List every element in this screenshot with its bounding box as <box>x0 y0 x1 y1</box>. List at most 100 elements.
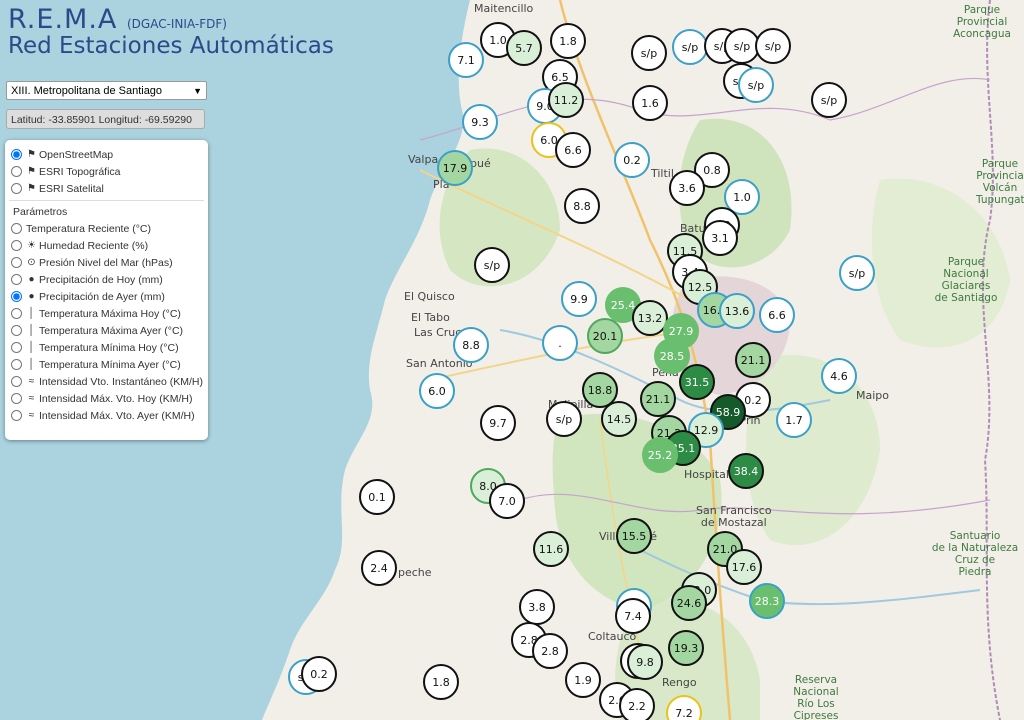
parameter-radio[interactable] <box>11 223 22 234</box>
station-marker[interactable]: 3.1 <box>702 220 738 256</box>
parameter-option[interactable]: │ Temperatura Máxima Hoy (°C) <box>5 305 208 322</box>
station-marker[interactable]: s/p <box>631 35 667 71</box>
base-layer-option[interactable]: ⚑ ESRI Satelital <box>5 180 208 197</box>
parameter-radio[interactable] <box>11 291 22 302</box>
station-marker[interactable]: 3.6 <box>669 170 705 206</box>
base-layer-radio[interactable] <box>11 166 22 177</box>
map-label-maitencillo: Maitencillo <box>474 2 534 15</box>
station-marker[interactable]: 25.2 <box>642 437 678 473</box>
map-label-hospital: Hospital <box>684 468 729 481</box>
parameter-radio[interactable] <box>11 410 22 421</box>
parameter-radio[interactable] <box>11 257 22 268</box>
parameter-option[interactable]: ⊙ Presión Nivel del Mar (hPas) <box>5 254 208 271</box>
station-marker[interactable]: 1.6 <box>632 85 668 121</box>
station-marker[interactable]: 1.8 <box>550 23 586 59</box>
parameter-label: Presión Nivel del Mar (hPas) <box>39 256 173 269</box>
parameter-radio[interactable] <box>11 308 22 319</box>
base-layer-option[interactable]: ⚑ ESRI Topográfica <box>5 163 208 180</box>
parameter-radio[interactable] <box>11 393 22 404</box>
station-marker[interactable]: 0.2 <box>614 142 650 178</box>
parameter-option[interactable]: ≈ Intensidad Vto. Instantáneo (KM/H) <box>5 373 208 390</box>
station-marker[interactable]: 1.9 <box>565 662 601 698</box>
parameter-option[interactable]: ≈ Intensidad Máx. Vto. Hoy (KM/H) <box>5 390 208 407</box>
station-marker[interactable]: 11.2 <box>548 82 584 118</box>
parameter-option[interactable]: ● Precipitación de Ayer (mm) <box>5 288 208 305</box>
station-marker[interactable]: 8.8 <box>564 188 600 224</box>
station-marker[interactable]: 5.7 <box>506 30 542 66</box>
parameter-radio[interactable] <box>11 325 22 336</box>
station-marker[interactable]: 6.6 <box>759 297 795 333</box>
station-marker[interactable]: 17.6 <box>726 549 762 585</box>
parameter-option[interactable]: ● Precipitación de Hoy (mm) <box>5 271 208 288</box>
parameter-option[interactable]: ☀ Humedad Reciente (%) <box>5 237 208 254</box>
station-marker[interactable]: 3.8 <box>519 589 555 625</box>
station-marker[interactable]: 21.1 <box>640 381 676 417</box>
parameter-radio[interactable] <box>11 274 22 285</box>
flag-icon: ⚑ <box>27 149 36 160</box>
station-marker[interactable]: s/p <box>474 247 510 283</box>
station-marker[interactable]: s/p <box>738 67 774 103</box>
station-marker[interactable]: 20.1 <box>587 318 623 354</box>
base-layer-radio[interactable] <box>11 149 22 160</box>
station-marker[interactable]: s/p <box>811 82 847 118</box>
parameter-option[interactable]: Temperatura Reciente (°C) <box>5 220 208 237</box>
station-marker[interactable]: 4.6 <box>821 358 857 394</box>
map-label-glaciares-park: Parque Nacional Glaciares de Santiago <box>934 256 998 304</box>
parameters-list: Temperatura Reciente (°C) ☀ Humedad Recien… <box>5 220 208 424</box>
parameter-radio[interactable] <box>11 342 22 353</box>
parameter-option[interactable]: │ Temperatura Mínima Ayer (°C) <box>5 356 208 373</box>
parameter-label: Precipitación de Ayer (mm) <box>39 290 165 303</box>
station-marker[interactable]: 6.0 <box>419 373 455 409</box>
station-marker[interactable]: 1.8 <box>423 664 459 700</box>
station-marker[interactable]: 0.2 <box>301 656 337 692</box>
station-marker[interactable]: 21.1 <box>735 342 771 378</box>
base-layer-option[interactable]: ⚑ OpenStreetMap <box>5 146 208 163</box>
parameter-label: Temperatura Mínima Hoy (°C) <box>39 341 179 354</box>
station-marker[interactable]: 7.0 <box>489 483 525 519</box>
station-marker[interactable]: 9.9 <box>561 281 597 317</box>
station-marker[interactable]: 14.5 <box>601 401 637 437</box>
region-select[interactable]: XIII. Metropolitana de Santiago ▼ <box>6 81 207 100</box>
map-label-maipo: Maipo <box>856 389 889 402</box>
station-marker[interactable]: s/p <box>839 255 875 291</box>
station-marker[interactable]: 31.5 <box>679 364 715 400</box>
station-marker[interactable]: 0.1 <box>359 479 395 515</box>
station-marker[interactable]: 2.8 <box>532 633 568 669</box>
parameter-option[interactable]: ≈ Intensidad Máx. Vto. Ayer (KM/H) <box>5 407 208 424</box>
map-label-volcan-park: Parque Provincia Volcán Tupungat <box>976 158 1024 206</box>
station-marker[interactable]: 15.5 <box>616 518 652 554</box>
parameter-label: Intensidad Vto. Instantáneo (KM/H) <box>39 375 204 388</box>
parameter-option[interactable]: │ Temperatura Mínima Hoy (°C) <box>5 339 208 356</box>
map-label-santuario: Santuario de la Naturaleza Cruz de Piedr… <box>931 530 1019 578</box>
droplet-sun-icon: ☀ <box>27 240 36 251</box>
station-marker[interactable]: 9.7 <box>480 405 516 441</box>
parameter-option[interactable]: │ Temperatura Máxima Ayer (°C) <box>5 322 208 339</box>
station-marker[interactable]: 11.6 <box>533 531 569 567</box>
station-marker[interactable]: . <box>542 325 578 361</box>
wind-icon: ≈ <box>28 376 35 387</box>
base-layer-radio[interactable] <box>11 183 22 194</box>
station-marker[interactable]: 24.6 <box>671 585 707 621</box>
station-marker[interactable]: 8.8 <box>453 327 489 363</box>
station-marker[interactable]: 9.3 <box>462 104 498 140</box>
station-marker[interactable]: s/p <box>755 28 791 64</box>
parameter-radio[interactable] <box>11 240 22 251</box>
parameter-radio[interactable] <box>11 376 22 387</box>
station-marker[interactable]: 1.7 <box>776 402 812 438</box>
station-marker[interactable]: 19.3 <box>668 630 704 666</box>
station-marker[interactable]: 2.2 <box>619 688 655 720</box>
station-marker[interactable]: 7.1 <box>448 42 484 78</box>
station-marker[interactable]: 9.8 <box>627 644 663 680</box>
station-marker[interactable]: 6.6 <box>555 132 591 168</box>
station-marker[interactable]: 13.6 <box>719 293 755 329</box>
station-marker[interactable]: 2.4 <box>361 550 397 586</box>
parameter-label: Intensidad Máx. Vto. Ayer (KM/H) <box>39 409 195 422</box>
thermometer-icon: │ <box>28 325 35 336</box>
station-marker[interactable]: s/p <box>546 401 582 437</box>
station-marker[interactable]: 38.4 <box>728 453 764 489</box>
station-marker[interactable]: 17.9 <box>437 150 473 186</box>
station-marker[interactable]: s/p <box>672 29 708 65</box>
station-marker[interactable]: 28.3 <box>749 583 785 619</box>
parameter-radio[interactable] <box>11 359 22 370</box>
station-marker[interactable]: 7.4 <box>615 598 651 634</box>
